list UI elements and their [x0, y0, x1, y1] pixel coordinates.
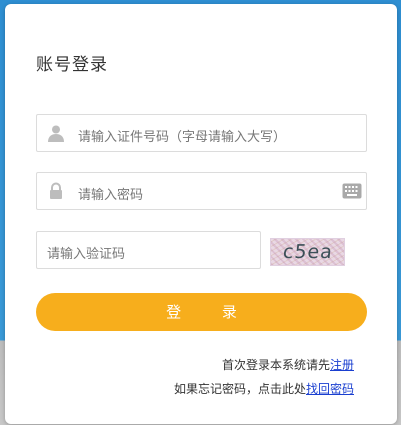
forgot-password-hint: 如果忘记密码，点击此处找回密码 — [174, 380, 354, 397]
password-field[interactable]: 请输入密码 — [36, 172, 367, 210]
captcha-placeholder: 请输入验证码 — [47, 247, 126, 262]
lock-icon — [47, 182, 65, 200]
login-card: 账号登录 请输入证件号码（字母请输入大写） 请输入密码 请输入验证码 c5ea … — [5, 4, 397, 424]
keyboard-icon[interactable] — [342, 183, 362, 199]
captcha-image[interactable]: c5ea — [270, 238, 345, 266]
captcha-code: c5ea — [281, 241, 335, 263]
password-placeholder: 请输入密码 — [78, 188, 144, 203]
forgot-password-text: 如果忘记密码，点击此处 — [173, 382, 306, 396]
register-hint: 首次登录本系统请先注册 — [222, 356, 354, 373]
login-button[interactable]: 登 录 — [36, 293, 367, 331]
id-number-placeholder: 请输入证件号码（字母请输入大写） — [78, 130, 287, 145]
recover-password-link[interactable]: 找回密码 — [306, 382, 354, 396]
register-link[interactable]: 注册 — [330, 358, 354, 372]
user-icon — [47, 124, 65, 142]
id-number-field[interactable]: 请输入证件号码（字母请输入大写） — [36, 114, 367, 152]
page-title: 账号登录 — [36, 55, 108, 75]
captcha-input[interactable]: 请输入验证码 — [36, 231, 261, 269]
register-hint-text: 首次登录本系统请先 — [221, 358, 330, 372]
